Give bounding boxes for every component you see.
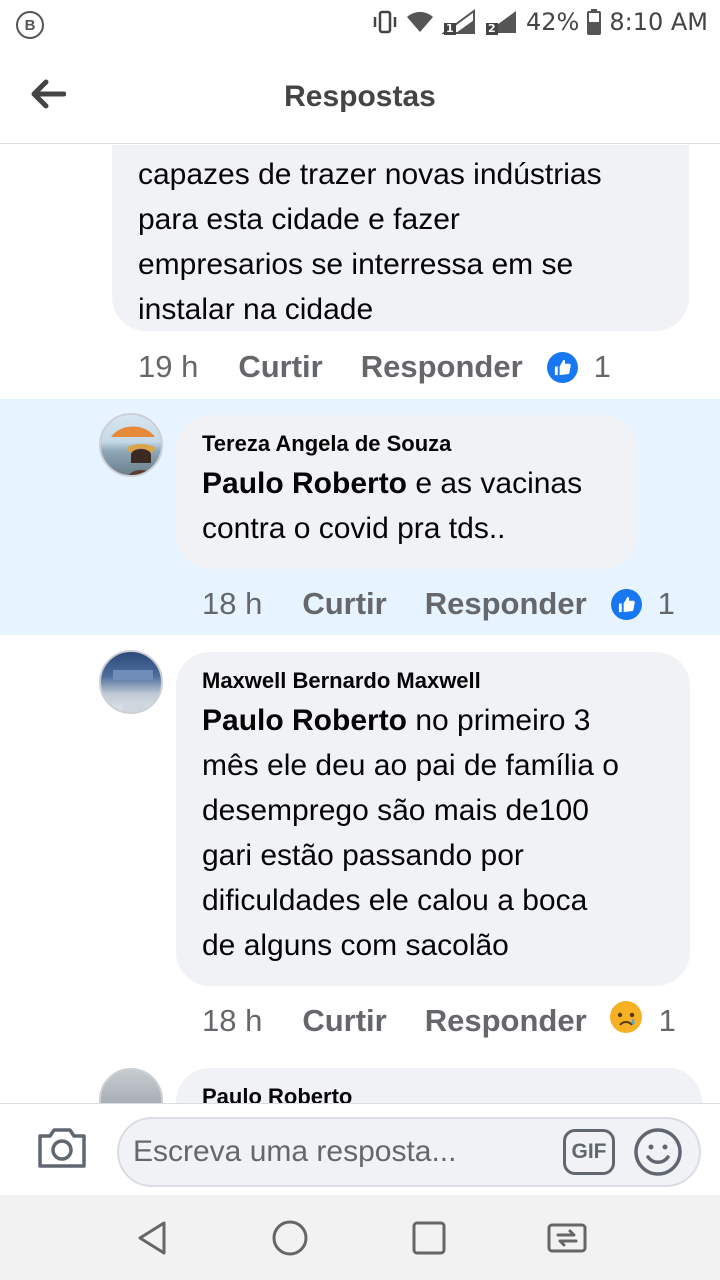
comment-actions: 19 h Curtir Responder 1 [138,347,611,387]
battery-percent: 42% [526,8,580,36]
comment-text: e as vacinas [407,467,583,500]
status-icons: 1 2 42% 8:10 AM [372,8,708,36]
reply-button[interactable]: Responder [425,586,587,622]
comment-author[interactable]: Paulo Roberto [202,1082,702,1103]
triangle-back-icon [138,1221,166,1255]
avatar[interactable] [99,1068,163,1103]
switch-apps-icon [547,1223,587,1253]
like-button[interactable]: Curtir [238,349,322,385]
reaction-count: 1 [658,1003,676,1038]
like-icon[interactable] [546,351,578,383]
reply-button[interactable]: Responder [361,349,523,385]
comment-bubble: Tereza Angela de Souza Paulo Roberto e a… [176,415,637,569]
comment-time: 19 h [138,349,199,384]
reply-composer: Escreva uma resposta... GIF [0,1103,720,1195]
app-badge-icon: B [16,11,44,39]
vibrate-icon [372,9,398,35]
clock: 8:10 AM [609,8,708,36]
app-header: Respostas [0,52,720,144]
comment-text-line: empresarios se interressa em se [138,248,574,281]
emoji-button[interactable] [633,1127,683,1177]
comment-actions: 18 h Curtir Responder 1 [202,1001,676,1041]
avatar[interactable] [99,413,163,477]
comment-actions: 18 h Curtir Responder 1 [202,584,675,624]
comment-time: 18 h [202,586,263,621]
camera-button[interactable] [36,1124,88,1172]
battery-icon [587,9,602,35]
comment-text-line: desemprego são mais de100 [202,794,589,827]
reaction-count: 1 [593,349,611,384]
square-recents-icon [412,1221,446,1255]
mention-link[interactable]: Paulo Roberto [202,467,407,500]
comment-text-line: contra o covid pra tds.. [202,512,506,545]
smiley-icon [634,1128,682,1176]
signal-sim1-icon: 1 [442,9,476,35]
status-bar: B 1 2 42% 8:10 AM [0,0,720,52]
comment-text-line: gari estão passando por [202,839,524,872]
like-icon[interactable] [610,588,642,620]
comment-text: no primeiro 3 [407,704,591,737]
like-button[interactable]: Curtir [302,586,386,622]
camera-icon [38,1128,86,1168]
reply-input-placeholder: Escreva uma resposta... [133,1135,457,1168]
gif-button[interactable]: GIF [563,1129,615,1175]
page-title: Respostas [284,80,436,113]
reply-button[interactable]: Responder [425,1003,587,1039]
nav-back-button[interactable] [130,1215,176,1261]
avatar[interactable] [99,650,163,714]
signal-sim2-icon: 2 [484,9,518,35]
nav-recents-button[interactable] [406,1215,452,1261]
nav-home-button[interactable] [267,1215,313,1261]
comment-author[interactable]: Maxwell Bernardo Maxwell [202,666,690,696]
comment-bubble: Maxwell Bernardo Maxwell Paulo Roberto n… [176,652,690,986]
reaction-count: 1 [657,586,675,621]
comment-text-line: para esta cidade e fazer [138,203,460,236]
circle-home-icon [272,1220,308,1256]
comment-text-line: de alguns com sacolão [202,929,509,962]
comment-text-line: capazes de trazer novas indústrias [138,158,602,191]
comment-text-line: dificuldades ele calou a boca [202,884,588,917]
comment-text-line: instalar na cidade [138,293,374,326]
comment-author[interactable]: Tereza Angela de Souza [202,429,637,459]
sad-icon[interactable] [609,1000,643,1042]
mention-link[interactable]: Paulo Roberto [202,704,407,737]
like-button[interactable]: Curtir [302,1003,386,1039]
replies-feed[interactable]: capazes de trazer novas indústrias para … [0,145,720,1103]
nav-switch-button[interactable] [544,1215,590,1261]
comment-bubble: capazes de trazer novas indústrias para … [112,145,689,331]
wifi-icon [406,10,434,34]
reply-input[interactable]: Escreva uma resposta... GIF [117,1117,701,1187]
comment-bubble: Paulo Roberto [176,1068,702,1103]
comment-text-line: mês ele deu ao pai de família o [202,749,619,782]
comment-time: 18 h [202,1003,263,1038]
system-nav-bar [0,1195,720,1280]
